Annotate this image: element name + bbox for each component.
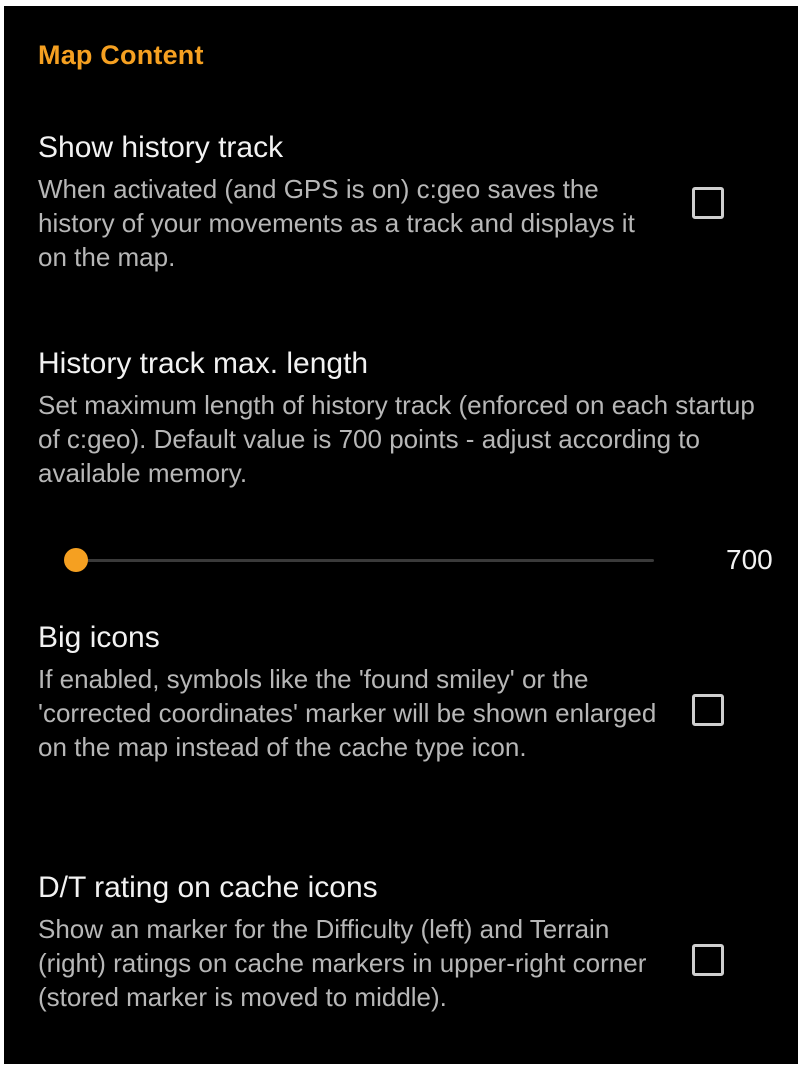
history-track-length-slider[interactable] (64, 542, 654, 578)
slider-value: 700 (726, 544, 773, 575)
pref-show-history-track[interactable]: Show history track When activated (and G… (38, 130, 668, 274)
pref-summary: Show an marker for the Difficulty (left)… (38, 914, 647, 1012)
pref-big-icons[interactable]: Big icons If enabled, symbols like the '… (38, 620, 668, 764)
slider-track (76, 559, 654, 562)
pref-dt-rating-on-cache-icons[interactable]: D/T rating on cache icons Show an marker… (38, 870, 668, 1014)
show-history-track-checkbox[interactable] (692, 187, 724, 219)
slider-thumb[interactable] (64, 548, 88, 572)
pref-title: Show history track (38, 131, 284, 164)
pref-summary: Set maximum length of history track (enf… (38, 390, 755, 488)
history-track-length-slider-row: 700 (38, 542, 778, 578)
pref-title: History track max. length (38, 347, 369, 380)
pref-summary: If enabled, symbols like the 'found smil… (38, 664, 657, 762)
section-header-map-content: Map Content (38, 40, 204, 70)
big-icons-checkbox[interactable] (692, 694, 724, 726)
dt-rating-checkbox[interactable] (692, 944, 724, 976)
pref-history-track-max-length[interactable]: History track max. length Set maximum le… (38, 346, 758, 490)
pref-title: D/T rating on cache icons (38, 871, 378, 904)
pref-title: Big icons (38, 621, 160, 654)
pref-summary: When activated (and GPS is on) c:geo sav… (38, 174, 635, 272)
settings-screen: Map Content Show history track When acti… (4, 6, 798, 1064)
